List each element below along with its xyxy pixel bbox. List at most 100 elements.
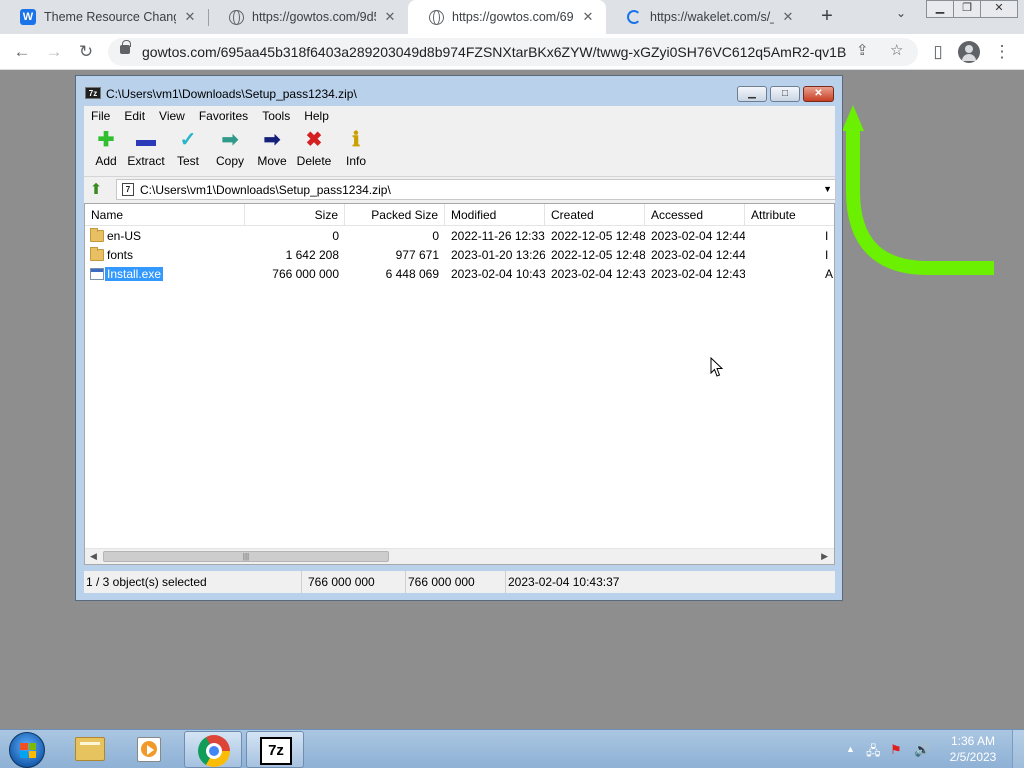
item-packed-size: 6 448 069 [385, 267, 439, 281]
show-desktop-button[interactable] [1012, 730, 1024, 768]
tab-close-icon[interactable]: ✕ [182, 9, 198, 25]
column-accessed[interactable]: Accessed [645, 204, 745, 226]
volume-icon[interactable]: 🔊 [914, 742, 930, 758]
list-item[interactable]: fonts 1 642 208 977 671 2023-01-20 13:26… [85, 246, 834, 265]
column-modified[interactable]: Modified [445, 204, 545, 226]
scroll-left-arrow-icon[interactable]: ◀ [90, 551, 97, 562]
add-button[interactable]: ✚ Add [84, 129, 128, 168]
list-item-selected[interactable]: Install.exe 766 000 000 6 448 069 2023-0… [85, 265, 834, 284]
horizontal-scrollbar[interactable]: ◀ ||| ▶ [85, 548, 834, 564]
tab-close-icon[interactable]: ✕ [780, 9, 796, 25]
scrollbar-thumb[interactable]: ||| [103, 551, 389, 562]
file-list-header: Name Size Packed Size Modified Created A… [85, 204, 834, 226]
column-attributes[interactable]: Attribute [745, 204, 834, 226]
address-bar[interactable]: gowtos.com/695aa45b318f6403a289203049d8b… [108, 38, 918, 66]
side-panel-icon[interactable]: ▯ [926, 40, 950, 64]
menu-view[interactable]: View [152, 109, 192, 123]
item-accessed: 2023-02-04 12:44 [651, 229, 745, 243]
path-combobox[interactable]: 7 C:\Users\vm1\Downloads\Setup_pass1234.… [116, 179, 836, 200]
tab-gowtos-695a[interactable]: https://gowtos.com/695a ✕ [408, 0, 606, 34]
window-title: C:\Users\vm1\Downloads\Setup_pass1234.zi… [106, 87, 357, 101]
tab-wakelet[interactable]: https://wakelet.com/s/_cz ✕ [606, 0, 806, 34]
column-name[interactable]: Name [85, 204, 245, 226]
window-close-button[interactable]: ✕ [980, 0, 1018, 18]
test-button[interactable]: ✓ Test [166, 129, 210, 168]
tab-gowtos-9d5e[interactable]: https://gowtos.com/9d5e ✕ [208, 0, 408, 34]
tab-close-icon[interactable]: ✕ [580, 9, 596, 25]
copy-arrow-icon: ➡ [221, 129, 239, 151]
menu-edit[interactable]: Edit [117, 109, 152, 123]
sevenzip-toolbar: ✚ Add ▬ Extract ✓ Test ➡ Copy ➡ Move ✖ D… [84, 125, 835, 177]
network-icon[interactable]: 🖧 [866, 742, 881, 764]
browser-menu-icon[interactable]: ⋮ [990, 40, 1014, 64]
reload-icon[interactable]: ↻ [74, 40, 98, 64]
menu-help[interactable]: Help [297, 109, 336, 123]
sevenzip-app-icon: 7z [85, 87, 101, 99]
close-button[interactable]: ✕ [803, 86, 834, 102]
taskbar-windows-explorer[interactable] [60, 731, 118, 768]
forward-arrow-icon[interactable]: → [42, 40, 66, 64]
item-packed-size: 977 671 [395, 248, 439, 262]
share-icon[interactable]: ⇪ [856, 41, 869, 59]
tab-close-icon[interactable]: ✕ [382, 9, 398, 25]
tab-search-chevron-icon[interactable]: ⌄ [896, 6, 906, 20]
sevenzip-title-bar[interactable]: 7z C:\Users\vm1\Downloads\Setup_pass1234… [76, 76, 842, 106]
taskbar-clock[interactable]: 1:36 AM 2/5/2023 [938, 733, 1008, 765]
delete-button[interactable]: ✖ Delete [292, 129, 336, 168]
item-created: 2023-02-04 12:43 [551, 267, 645, 281]
info-button[interactable]: ℹ Info [334, 129, 378, 168]
menu-file[interactable]: File [84, 109, 117, 123]
show-hidden-icons-chevron-icon[interactable]: ▲ [846, 744, 855, 754]
taskbar-google-chrome[interactable] [184, 731, 242, 768]
folder-library-icon [75, 737, 105, 761]
test-label: Test [176, 154, 199, 168]
executable-file-icon [90, 268, 104, 280]
item-created: 2022-12-05 12:48 [551, 248, 645, 262]
scroll-right-arrow-icon[interactable]: ▶ [821, 551, 828, 562]
item-packed-size: 0 [432, 229, 439, 243]
path-text[interactable]: C:\Users\vm1\Downloads\Setup_pass1234.zi… [140, 183, 391, 197]
extract-label: Extract [127, 154, 165, 168]
new-tab-button[interactable]: + [816, 6, 838, 28]
copy-label: Copy [215, 154, 244, 168]
delete-x-icon: ✖ [305, 129, 323, 151]
clock-time: 1:36 AM [950, 734, 996, 748]
taskbar-media-player[interactable] [120, 731, 178, 768]
add-label: Add [95, 154, 117, 168]
test-check-icon: ✓ [179, 129, 197, 151]
status-size: 766 000 000 [306, 571, 406, 593]
delete-label: Delete [296, 154, 332, 168]
menu-favorites[interactable]: Favorites [192, 109, 255, 123]
tab-theme-resource-changer[interactable]: W Theme Resource Changer ✕ [0, 0, 208, 34]
item-accessed: 2023-02-04 12:43 [651, 267, 745, 281]
copy-button[interactable]: ➡ Copy [208, 129, 252, 168]
start-button[interactable] [9, 732, 45, 768]
item-attributes: A [825, 267, 834, 281]
chrome-icon [198, 735, 230, 767]
url-text[interactable]: gowtos.com/695aa45b318f6403a289203049d8b… [142, 44, 846, 60]
list-item[interactable]: en-US 0 0 2022-11-26 12:33 2022-12-05 12… [85, 227, 834, 246]
taskbar-7-zip[interactable]: 7z [246, 731, 304, 768]
minimize-button[interactable]: ▁ [737, 86, 767, 102]
window-minimize-button[interactable]: ▁ [926, 0, 954, 18]
item-name: fonts [107, 248, 134, 262]
profile-avatar-icon[interactable] [958, 41, 980, 63]
move-button[interactable]: ➡ Move [250, 129, 294, 168]
column-created[interactable]: Created [545, 204, 645, 226]
extract-minus-icon: ▬ [136, 129, 156, 151]
maximize-button[interactable]: □ [770, 86, 800, 102]
column-packed-size[interactable]: Packed Size [345, 204, 445, 226]
window-restore-button[interactable]: ❐ [953, 0, 981, 18]
menu-tools[interactable]: Tools [255, 109, 297, 123]
bookmark-star-icon[interactable]: ☆ [890, 41, 903, 59]
file-list[interactable]: Name Size Packed Size Modified Created A… [84, 203, 835, 565]
column-size[interactable]: Size [245, 204, 345, 226]
lock-icon[interactable] [120, 40, 131, 54]
item-modified: 2023-02-04 10:43 [451, 267, 545, 281]
back-arrow-icon[interactable]: ← [10, 40, 34, 64]
dropdown-arrow-icon[interactable]: ▼ [823, 184, 832, 194]
extract-button[interactable]: ▬ Extract [124, 129, 168, 168]
action-center-flag-icon[interactable]: ⚑ [890, 742, 902, 758]
status-packed-size: 766 000 000 [406, 571, 506, 593]
folder-up-icon[interactable]: ⬆ [87, 181, 105, 199]
